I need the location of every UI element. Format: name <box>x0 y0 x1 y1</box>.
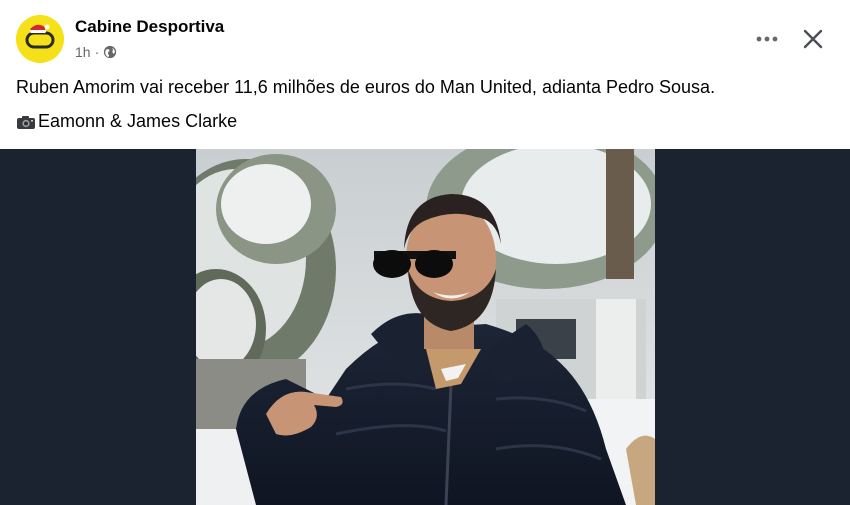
photo-credit: Eamonn & James Clarke <box>16 111 237 132</box>
globe-icon[interactable] <box>103 45 117 59</box>
page-name[interactable]: Cabine Desportiva <box>75 17 224 37</box>
close-button[interactable] <box>796 22 830 56</box>
post-timestamp[interactable]: 1h <box>75 44 91 60</box>
close-icon <box>803 29 823 49</box>
post-header: Cabine Desportiva 1h · <box>0 0 850 70</box>
post-caption: Ruben Amorim vai receber 11,6 milhões de… <box>16 77 716 97</box>
photo-credit-text: Eamonn & James Clarke <box>38 111 238 131</box>
post-media[interactable] <box>0 149 850 505</box>
cabine-desportiva-logo-icon <box>16 15 64 63</box>
post-photo[interactable] <box>196 149 655 505</box>
camera-icon <box>17 115 35 129</box>
meta-separator: · <box>94 44 100 60</box>
post-card: Cabine Desportiva 1h · Ruben Amorim vai … <box>0 0 850 505</box>
more-icon <box>756 36 778 42</box>
post-meta: 1h · <box>75 44 117 60</box>
photo-image <box>196 149 655 505</box>
more-options-button[interactable] <box>750 22 784 56</box>
page-avatar[interactable] <box>16 15 64 63</box>
